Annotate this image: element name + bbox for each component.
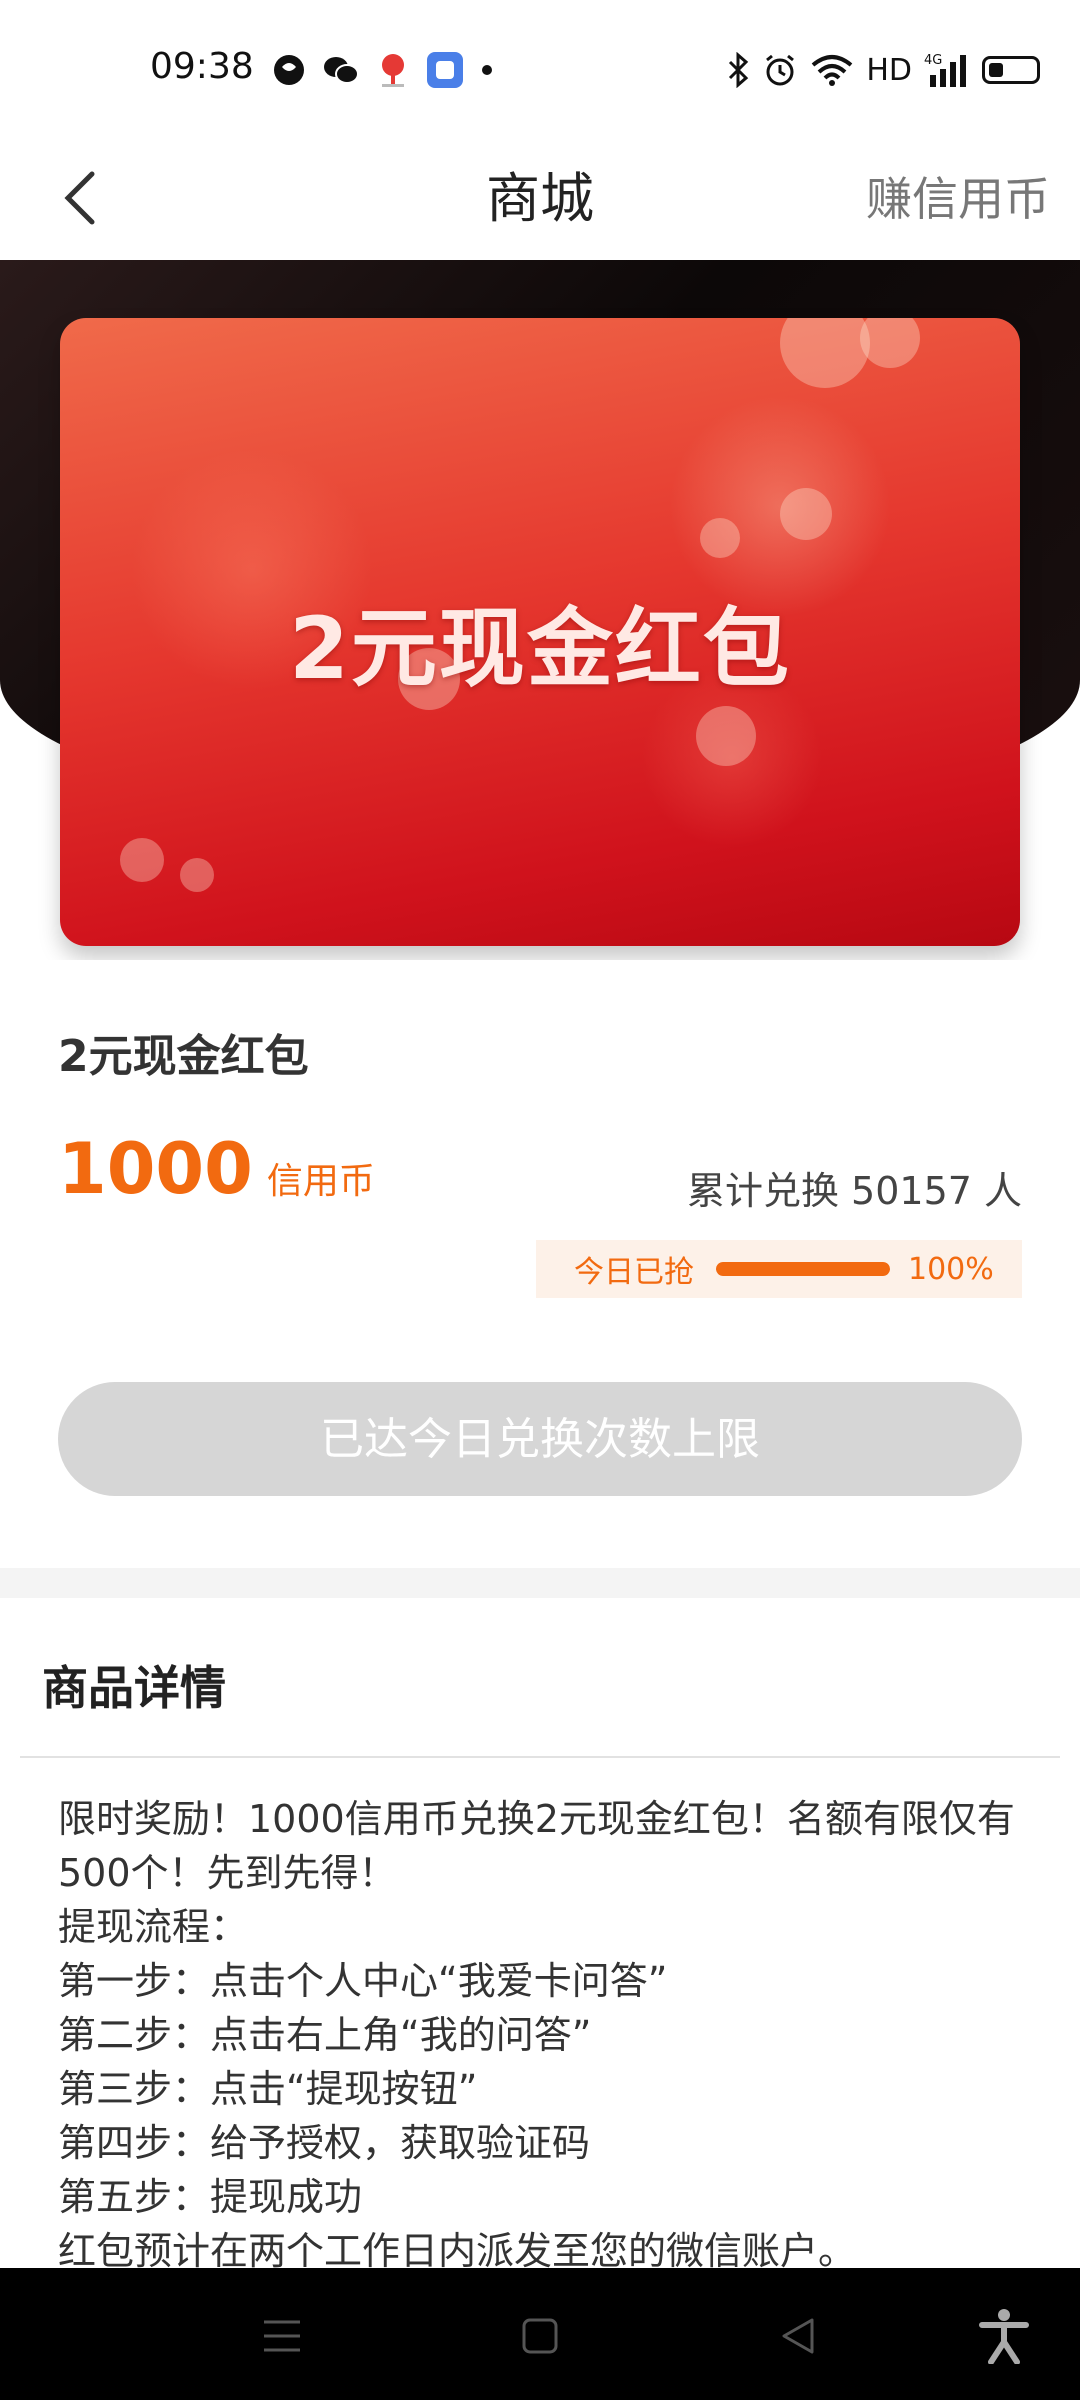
product-name: 2元现金红包 <box>58 1031 309 1082</box>
price-unit: 信用币 <box>266 1161 375 1202</box>
menu-icon <box>264 2320 300 2352</box>
status-time: 09:38 <box>150 46 254 87</box>
details-line: 第四步：给予授权，获取验证码 <box>58 2121 591 2165</box>
system-navigation-bar <box>0 2268 1080 2400</box>
network-hd-label: HD <box>866 52 912 88</box>
wifi-icon <box>812 55 853 86</box>
progress-percent: 100% <box>908 1251 994 1287</box>
progress-label: 今日已抢 <box>574 1255 694 1290</box>
details-line: 第五步：提现成功 <box>58 2175 363 2219</box>
bokeh-decoration <box>860 318 920 368</box>
card-title: 2元现金红包 <box>289 599 791 699</box>
top-navigation-bar: 商城 赚信用币 <box>0 140 1080 260</box>
signal-icon: 4G <box>924 53 966 87</box>
app-icon <box>274 55 304 85</box>
earn-credit-link[interactable]: 赚信用币 <box>866 154 1050 244</box>
bokeh-decoration <box>696 706 756 766</box>
svg-text:4G: 4G <box>924 53 942 68</box>
back-nav-button[interactable] <box>758 2296 838 2376</box>
details-line: 第一步：点击个人中心“我爱卡问答” <box>58 1959 668 2003</box>
battery-icon <box>982 56 1040 84</box>
product-image-card: 2元现金红包 <box>60 318 1020 946</box>
price-value: 1000 <box>58 1128 253 1210</box>
exchange-button[interactable]: 已达今日兑换次数上限 <box>58 1382 1022 1496</box>
price-row: 1000 信用币 <box>58 1128 375 1210</box>
details-line: 第二步：点击右上角“我的问答” <box>58 2013 592 2057</box>
stock-progress: 今日已抢 100% <box>536 1240 1022 1298</box>
product-banner: 2元现金红包 <box>0 260 1080 960</box>
details-body: 限时奖励！1000信用币兑换2元现金红包！名额有限仅有500个！先到先得！ 提现… <box>58 1792 1038 2278</box>
details-line: 提现流程： <box>58 1905 249 1949</box>
details-line: 限时奖励！1000信用币兑换2元现金红包！名额有限仅有500个！先到先得！ <box>58 1797 1015 1895</box>
status-bar: 09:38 HD 4G <box>0 0 1080 140</box>
accessibility-icon <box>979 2309 1029 2364</box>
progress-fill <box>716 1262 890 1276</box>
menu-button[interactable] <box>242 2296 322 2376</box>
bokeh-decoration <box>180 858 214 892</box>
bokeh-decoration <box>120 838 164 882</box>
dot-icon <box>482 65 492 75</box>
back-triangle-icon <box>782 2318 814 2354</box>
progress-track <box>716 1262 890 1276</box>
details-line: 第三步：点击“提现按钮” <box>58 2067 478 2111</box>
bokeh-decoration <box>780 318 870 388</box>
system-icons: HD 4G <box>726 50 1040 90</box>
accessibility-button[interactable] <box>964 2296 1044 2376</box>
blue-app-icon <box>427 52 463 88</box>
details-title: 商品详情 <box>42 1661 226 1715</box>
home-icon <box>522 2318 558 2354</box>
notification-icons <box>272 50 494 90</box>
wechat-icon <box>324 57 359 84</box>
alarm-icon <box>766 54 795 86</box>
section-divider <box>0 1568 1080 1598</box>
details-divider <box>20 1756 1060 1758</box>
bokeh-decoration <box>780 488 832 540</box>
bokeh-decoration <box>700 518 740 558</box>
location-app-icon <box>382 54 404 87</box>
exchange-count: 累计兑换 50157 人 <box>686 1169 1022 1213</box>
home-button[interactable] <box>500 2296 580 2376</box>
bluetooth-icon <box>729 52 749 88</box>
